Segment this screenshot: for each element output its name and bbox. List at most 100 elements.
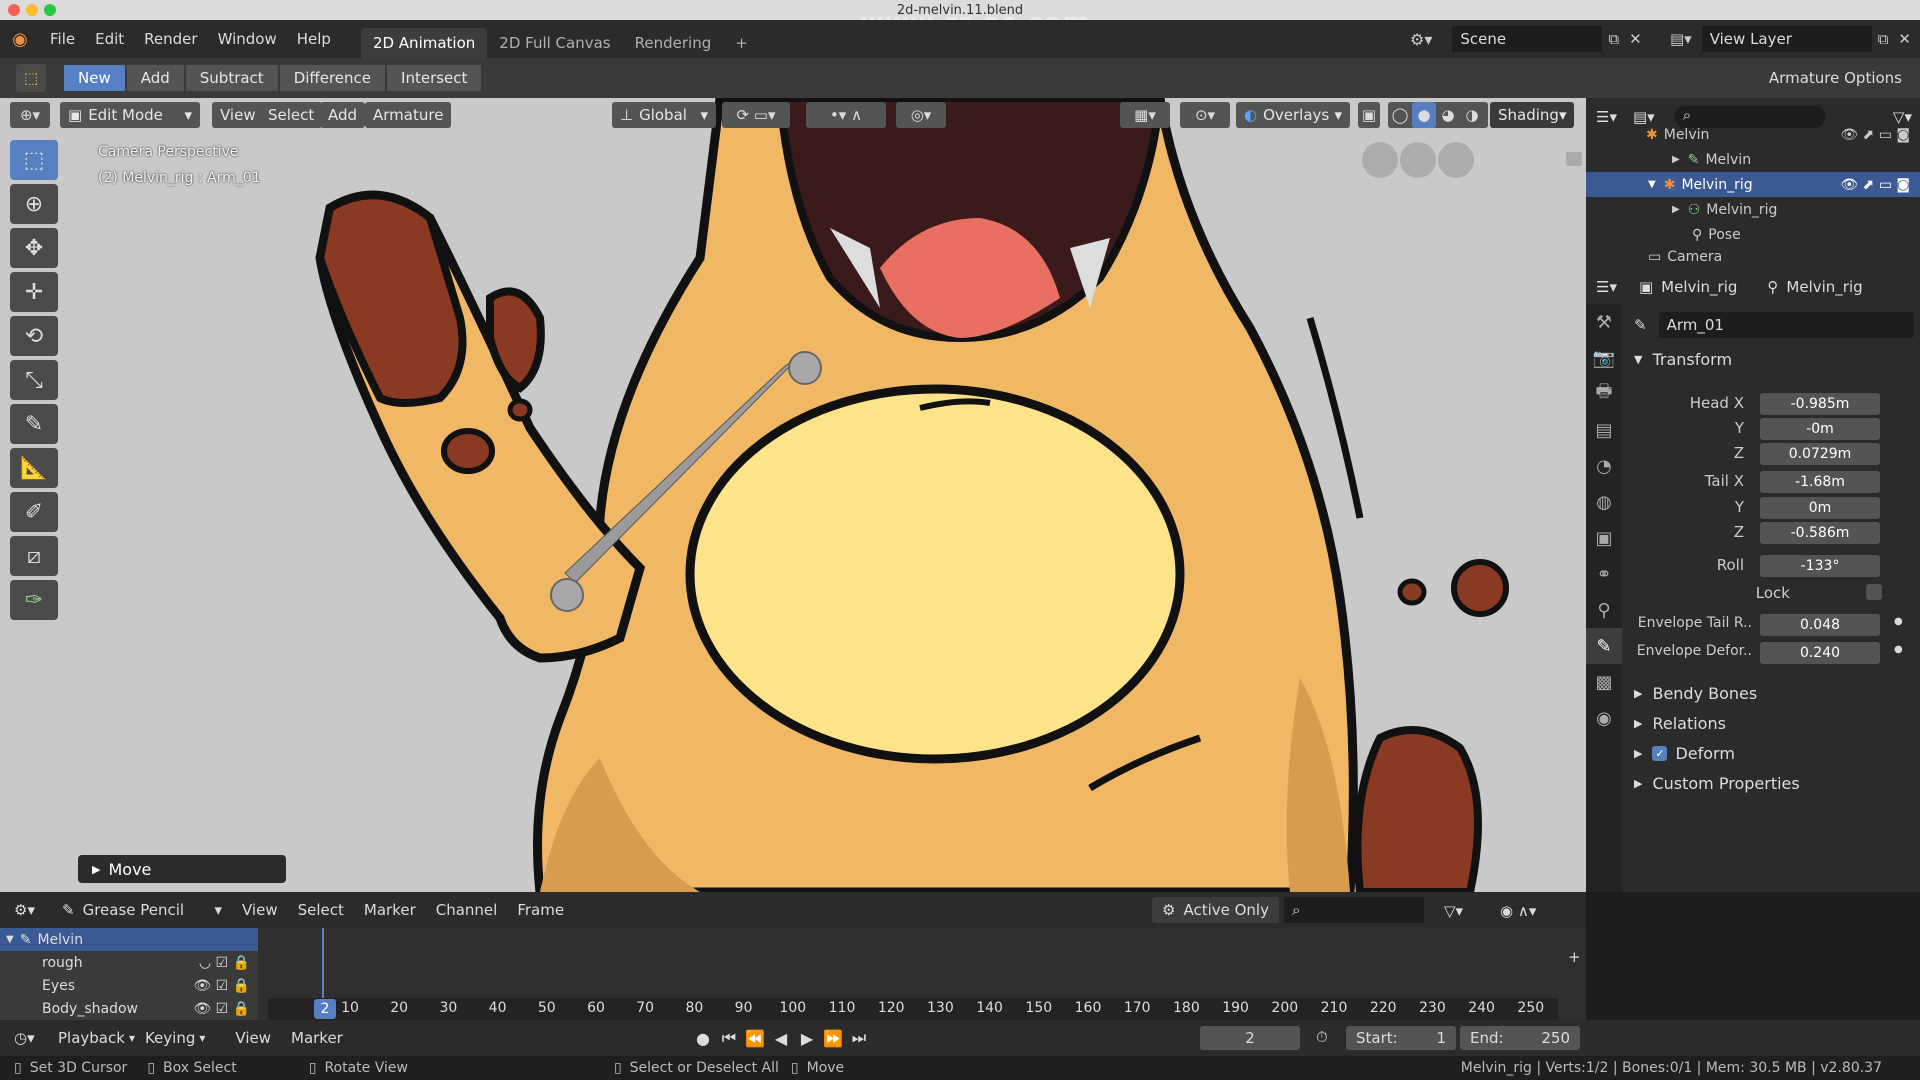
bendy-bones-panel-header[interactable]: ▶ Bendy Bones	[1634, 680, 1757, 706]
view-layer-name[interactable]: View Layer	[1701, 26, 1872, 52]
editor-type-icon[interactable]: ⊕▾	[10, 102, 50, 128]
annotate-icon[interactable]: ✎	[10, 404, 58, 444]
jump-start-icon[interactable]: ⏮	[716, 1028, 742, 1048]
menu-help[interactable]: Help	[287, 20, 341, 58]
head-y-field[interactable]: -0m	[1760, 418, 1880, 440]
pivot-point-icon[interactable]: ⟳ ▭▾	[722, 102, 790, 128]
head-x-field[interactable]: -0.985m	[1760, 393, 1880, 415]
chevron-right-icon[interactable]: ▶	[1672, 154, 1680, 165]
channel-row[interactable]: ▼ ✎ Melvin	[0, 928, 258, 951]
editor-type-icon[interactable]: ☰▾	[1596, 278, 1617, 296]
menu-view[interactable]: View	[212, 102, 264, 128]
visibility-icons[interactable]: 👁 ⬈ ▭ ◙	[1840, 177, 1910, 193]
menu-keying[interactable]: Keying	[135, 1019, 205, 1057]
layer-toggle-icons[interactable]: 👁 ☑ 🔒	[193, 1001, 250, 1017]
active-only-toggle[interactable]: ⚙ Active Only	[1152, 897, 1279, 923]
physics-tab-icon[interactable]: ◉	[1586, 700, 1622, 736]
custom-properties-panel-header[interactable]: ▶ Custom Properties	[1634, 770, 1800, 796]
tail-z-field[interactable]: -0.586m	[1760, 522, 1880, 544]
gizmos-icon[interactable]: ⊙▾	[1180, 102, 1230, 128]
scale-icon[interactable]: ⤡	[10, 360, 58, 400]
shading-dropdown[interactable]: Shading ▾	[1490, 102, 1574, 128]
menu-select[interactable]: Select	[288, 891, 354, 929]
data-tab-icon[interactable]: ⚲	[1586, 592, 1622, 628]
menu-render[interactable]: Render	[134, 20, 207, 58]
new-scene-icon[interactable]: ⧉	[1608, 30, 1619, 48]
proportional-edit-icon[interactable]: ◎▾	[896, 102, 946, 128]
menu-file[interactable]: File	[40, 20, 85, 58]
3d-viewport[interactable]: ⊕▾ ▣ Edit Mode ▾ View Select Add Armatur…	[0, 98, 1586, 892]
roll-icon[interactable]: ✐	[10, 492, 58, 532]
menu-playback[interactable]: Playback	[48, 1019, 135, 1057]
texture-tab-icon[interactable]: ▩	[1586, 664, 1622, 700]
frame-ruler[interactable]: 2 10 20 30 40 50 60 70 80 90 100 110 120 130 140 150 16…	[268, 998, 1558, 1020]
start-frame-field[interactable]: Start: 1	[1346, 1026, 1456, 1050]
dopesheet-mode-dropdown[interactable]: ✎ Grease Pencil ▾	[62, 901, 222, 919]
wireframe-shading-icon[interactable]: ◯	[1388, 102, 1412, 128]
menu-add[interactable]: Add	[320, 102, 366, 128]
world-tab-icon[interactable]: ◍	[1586, 484, 1622, 520]
mode-difference-button[interactable]: Difference	[279, 65, 386, 91]
scene-tab-icon[interactable]: ◔	[1586, 448, 1622, 484]
outliner-row[interactable]: ▶ ✎ Melvin	[1586, 147, 1920, 172]
menu-edit[interactable]: Edit	[85, 20, 134, 58]
menu-select[interactable]: Select	[260, 102, 323, 128]
head-z-field[interactable]: 0.0729m	[1760, 443, 1880, 465]
tail-x-field[interactable]: -1.68m	[1760, 471, 1880, 493]
add-icon[interactable]: +	[1568, 948, 1581, 966]
transform-orientation-dropdown[interactable]: ⊥ Global ▾	[612, 102, 716, 128]
layer-toggle-icons[interactable]: 👁 ☑ 🔒	[193, 978, 250, 994]
timeline-search-input[interactable]: ⌕	[1284, 897, 1424, 923]
mode-subtract-button[interactable]: Subtract	[185, 65, 278, 91]
rendered-shading-icon[interactable]: ◑	[1460, 102, 1484, 128]
view-layer-selector[interactable]: ▤▾ View Layer ⧉ ✕	[1670, 26, 1911, 52]
jump-keyframe-back-icon[interactable]: ⏪	[742, 1029, 768, 1048]
menu-window[interactable]: Window	[208, 20, 287, 58]
deform-checkbox[interactable]: ✓	[1652, 745, 1668, 761]
chevron-down-icon[interactable]: ▼	[6, 934, 14, 945]
envelope-tail-field[interactable]: 0.048	[1760, 614, 1880, 636]
view-object-types-icon[interactable]: ▦▾	[1120, 102, 1170, 128]
jump-end-icon[interactable]: ⏭	[846, 1028, 872, 1048]
chevron-down-icon[interactable]: ▼	[1648, 179, 1656, 190]
bone-name-field[interactable]: Arm_01	[1658, 312, 1914, 338]
layer-toggle-icons[interactable]: ◡ ☑ 🔒	[199, 955, 250, 971]
cursor-icon[interactable]: ⊕	[10, 184, 58, 224]
move-icon[interactable]: ✥	[10, 228, 58, 268]
arrows-icon[interactable]: ✛	[10, 272, 58, 312]
scene-selector[interactable]: ⚙▾ Scene ⧉ ✕	[1410, 26, 1642, 52]
render-tab-icon[interactable]: 📷	[1586, 340, 1622, 376]
material-shading-icon[interactable]: ◕	[1436, 102, 1460, 128]
outliner-row[interactable]: ✱ Melvin 👁 ⬈ ▭ ◙	[1586, 122, 1920, 147]
new-view-layer-icon[interactable]: ⧉	[1878, 30, 1889, 48]
relations-panel-header[interactable]: ▶ Relations	[1634, 710, 1726, 736]
delete-scene-icon[interactable]: ✕	[1629, 30, 1642, 48]
xray-toggle-icon[interactable]: ▣	[1358, 102, 1380, 128]
mode-intersect-button[interactable]: Intersect	[387, 65, 482, 91]
minimize-window-button[interactable]	[26, 4, 38, 16]
view-layer-tab-icon[interactable]: ▤	[1586, 412, 1622, 448]
measure-icon[interactable]: 📐	[10, 448, 58, 488]
proportional-icon[interactable]: ◉ ∧▾	[1500, 902, 1536, 920]
record-icon[interactable]: ●	[690, 1029, 716, 1048]
close-window-button[interactable]	[8, 4, 20, 16]
deform-panel-header[interactable]: ▶ ✓ Deform	[1634, 740, 1735, 766]
select-box-icon[interactable]: ⬚	[10, 140, 58, 180]
transform-panel-header[interactable]: ▼ Transform	[1634, 346, 1732, 372]
mode-add-button[interactable]: Add	[126, 65, 184, 91]
bone-size-icon[interactable]: ⧄	[10, 536, 58, 576]
keyframe-dot-icon[interactable]: ●	[1894, 644, 1903, 655]
current-frame-field[interactable]: 2	[1200, 1026, 1300, 1050]
channel-row[interactable]: rough ◡ ☑ 🔒	[0, 951, 258, 974]
menu-frame[interactable]: Frame	[507, 891, 574, 929]
play-icon[interactable]: ▶	[794, 1029, 820, 1048]
stopwatch-icon[interactable]: ⏱	[1316, 1028, 1328, 1046]
snap-icon[interactable]: •▾ ∧	[806, 102, 886, 128]
play-reverse-icon[interactable]: ◀	[768, 1029, 794, 1048]
lock-checkbox[interactable]	[1866, 584, 1882, 600]
delete-view-layer-icon[interactable]: ✕	[1898, 30, 1911, 48]
menu-marker[interactable]: Marker	[281, 1019, 353, 1057]
roll-field[interactable]: -133°	[1760, 555, 1880, 577]
solid-shading-icon[interactable]: ●	[1412, 102, 1436, 128]
tool-tab-icon[interactable]: ⚒	[1586, 304, 1622, 340]
